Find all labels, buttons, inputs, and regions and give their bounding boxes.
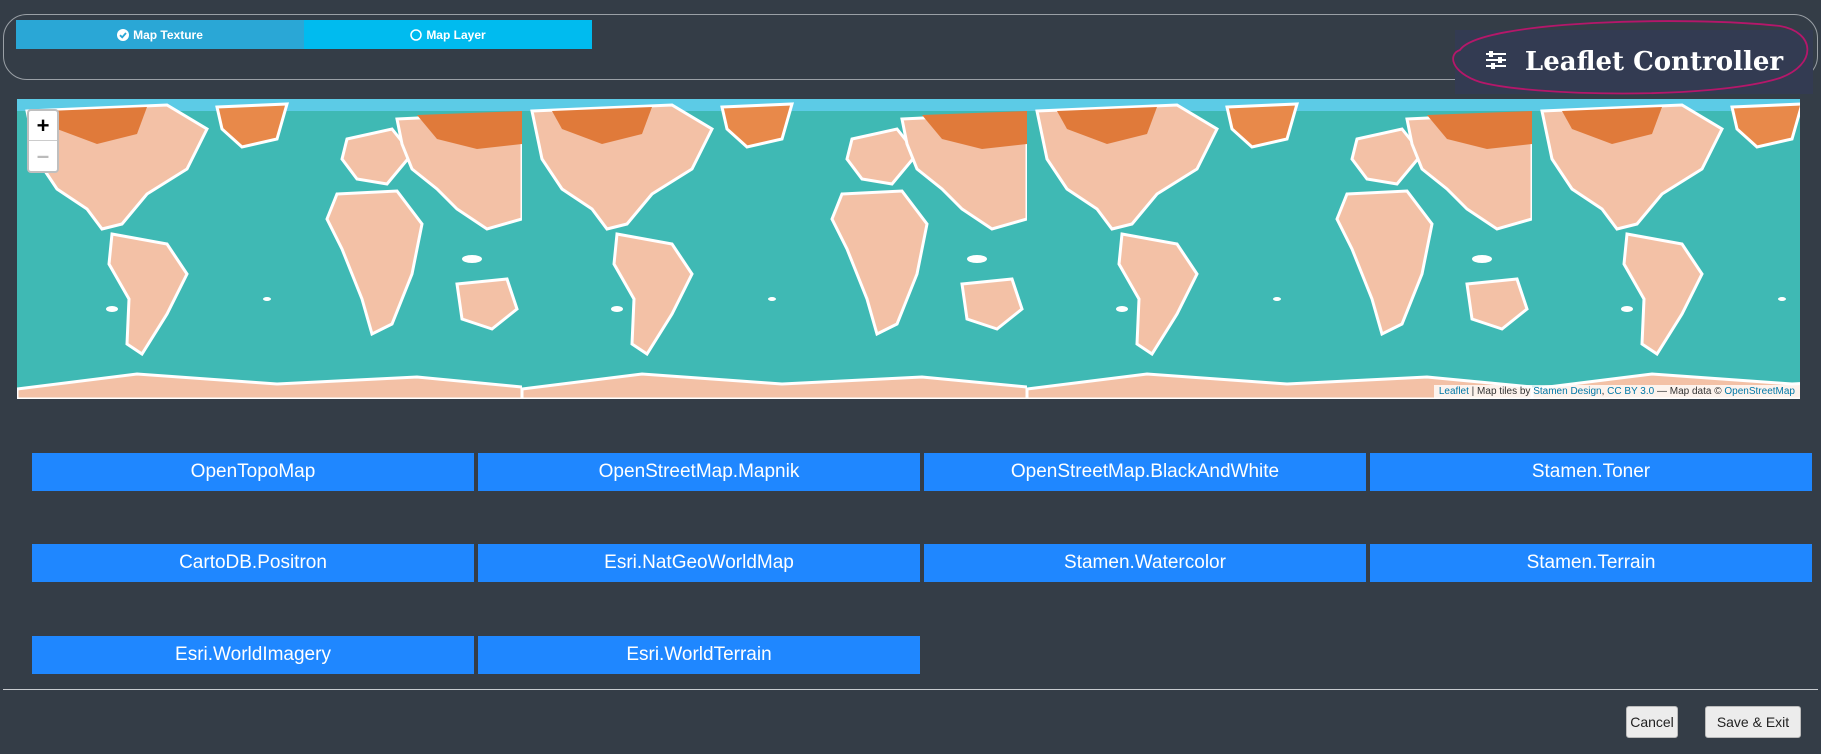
tab-map-texture[interactable]: Map Texture	[16, 20, 304, 49]
save-exit-button[interactable]: Save & Exit	[1705, 706, 1801, 738]
layer-button-stamen-watercolor[interactable]: Stamen.Watercolor	[924, 544, 1366, 582]
check-circle-icon	[117, 28, 130, 41]
watercolor-map-tiles	[17, 99, 1800, 399]
controller-title: Leaflet Controller	[1524, 47, 1784, 77]
footer-divider	[3, 689, 1818, 690]
circle-icon	[410, 28, 423, 41]
attribution-text-1: | Map tiles by	[1468, 386, 1534, 397]
cc-license-link[interactable]: CC BY 3.0	[1607, 386, 1654, 397]
layer-button-stamen-toner[interactable]: Stamen.Toner	[1370, 453, 1812, 491]
tab-map-texture-label: Map Texture	[133, 27, 203, 42]
leaflet-controller-dialog: Map Texture Map Layer Leaflet Controller	[0, 0, 1821, 754]
map-attribution: Leaflet | Map tiles by Stamen Design, CC…	[1433, 385, 1800, 399]
layer-button-osm-bw[interactable]: OpenStreetMap.BlackAndWhite	[924, 453, 1366, 491]
cancel-button[interactable]: Cancel	[1626, 706, 1678, 738]
zoom-control: + –	[27, 109, 59, 173]
layer-button-osm-mapnik[interactable]: OpenStreetMap.Mapnik	[478, 453, 920, 491]
layer-button-opentopomap[interactable]: OpenTopoMap	[32, 453, 474, 491]
layer-button-cartodb-positron[interactable]: CartoDB.Positron	[32, 544, 474, 582]
map-view[interactable]: + – Leaflet | Map tiles by Stamen Design…	[17, 99, 1800, 399]
layer-button-esri-worldterrain[interactable]: Esri.WorldTerrain	[478, 636, 920, 674]
zoom-in-button[interactable]: +	[29, 111, 57, 141]
stamen-link[interactable]: Stamen Design	[1533, 386, 1601, 397]
layer-button-esri-worldimagery[interactable]: Esri.WorldImagery	[32, 636, 474, 674]
attribution-text-3: — Map data ©	[1654, 386, 1725, 397]
sliders-icon	[1485, 50, 1507, 75]
leaflet-link[interactable]: Leaflet	[1439, 386, 1469, 397]
osm-link[interactable]: OpenStreetMap	[1724, 386, 1795, 397]
controller-header: Leaflet Controller	[1455, 30, 1813, 94]
zoom-out-button[interactable]: –	[29, 141, 57, 171]
layer-button-stamen-terrain[interactable]: Stamen.Terrain	[1370, 544, 1812, 582]
layer-button-esri-natgeo[interactable]: Esri.NatGeoWorldMap	[478, 544, 920, 582]
tab-map-layer[interactable]: Map Layer	[304, 20, 592, 49]
tab-map-layer-label: Map Layer	[426, 27, 486, 42]
